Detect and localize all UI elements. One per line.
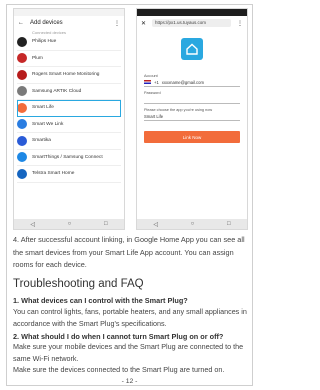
link-now-button[interactable]: Link Now	[144, 131, 240, 143]
faq-heading: Troubleshooting and FAQ	[13, 278, 144, 290]
home-logo-icon	[181, 38, 203, 60]
device-name: Samsung ARTIK Cloud	[32, 88, 82, 94]
status-bar	[14, 9, 124, 16]
more-icon[interactable]: ⋮	[237, 20, 243, 27]
nav-home-icon[interactable]: ○	[68, 221, 72, 227]
device-list-item[interactable]: Rogers Smart Home Monitoring	[17, 67, 121, 84]
device-list-item[interactable]: SmartThings / Samsung Connect	[17, 150, 121, 166]
device-list-item[interactable]: Smart We Link	[17, 117, 121, 133]
faq-question-1: 1. What devices can I control with the S…	[13, 296, 188, 305]
faq-answer-2b: Make sure the devices connected to the S…	[13, 365, 225, 374]
faq-question-2: 2. What should I do when I cannot turn S…	[13, 332, 224, 341]
platform-value: Smart Life	[144, 113, 164, 119]
nav-recents-icon[interactable]: □	[227, 221, 231, 227]
close-icon[interactable]: ✕	[141, 20, 146, 27]
browser-bar: ✕ https://px1.us.tuyaus.com ⋮	[137, 16, 247, 30]
nav-recents-icon[interactable]: □	[104, 221, 108, 227]
device-name: SmartThings / Samsung Connect	[32, 154, 103, 160]
device-logo-icon	[17, 119, 27, 130]
device-list-item[interactable]: Telstra Smart Home	[17, 166, 121, 183]
back-arrow-icon[interactable]: ←	[18, 20, 24, 26]
account-field[interactable]: +1 xxxxname@gmail.com	[144, 78, 240, 87]
nav-home-icon[interactable]: ○	[191, 221, 195, 227]
device-list-item[interactable]: Philips Hue	[17, 34, 121, 51]
nav-back-icon[interactable]: ◁	[30, 221, 35, 228]
device-list-item[interactable]: Smartika	[17, 133, 121, 150]
faq-answer-2a: Make sure your mobile devices and the Sm…	[13, 342, 244, 363]
device-name: Philips Hue	[32, 39, 57, 45]
device-logo-icon	[17, 168, 27, 179]
device-name: Smartika	[32, 138, 51, 144]
device-logo-icon	[17, 69, 27, 80]
app-bar: ← Add devices ⋮	[14, 16, 124, 30]
device-logo-icon	[17, 152, 27, 163]
device-name: Plum	[32, 55, 43, 61]
device-list: Philips Hue Plum Rogers Smart Home Monitor…	[14, 34, 124, 183]
device-list-item[interactable]: Samsung ARTIK Cloud	[17, 84, 121, 100]
device-logo-icon	[17, 86, 27, 97]
faq-answer-1: You can control lights, fans, portable h…	[13, 307, 247, 328]
device-name: Smart Life	[32, 105, 54, 111]
nav-back-icon[interactable]: ◁	[153, 221, 158, 228]
device-logo-icon	[17, 36, 27, 47]
email-value[interactable]: xxxxname@gmail.com	[162, 80, 204, 85]
country-code[interactable]: +1	[154, 80, 159, 85]
status-bar	[137, 9, 247, 16]
password-field[interactable]	[144, 95, 240, 104]
nav-bar: ◁ ○ □	[137, 219, 247, 229]
step-4-text: 4. After successful account linking, in …	[13, 235, 245, 269]
us-flag-icon	[144, 79, 151, 85]
more-icon[interactable]: ⋮	[114, 20, 120, 27]
nav-bar: ◁ ○ □	[14, 219, 124, 229]
device-list-item[interactable]: Smart Life	[17, 100, 121, 117]
add-devices-screenshot: ← Add devices ⋮ Connected devices Philip…	[13, 8, 125, 230]
account-link-screenshot: ✕ https://px1.us.tuyaus.com ⋮ Account +1…	[136, 8, 248, 230]
platform-select[interactable]: Smart Life	[144, 112, 240, 121]
page-number: - 12 -	[121, 378, 138, 385]
device-logo-icon	[17, 102, 27, 113]
screen-title: Add devices	[30, 20, 63, 26]
device-name: Telstra Smart Home	[32, 171, 75, 177]
device-list-item[interactable]: Plum	[17, 51, 121, 67]
device-logo-icon	[17, 135, 27, 146]
url-field[interactable]: https://px1.us.tuyaus.com	[152, 19, 231, 27]
device-name: Rogers Smart Home Monitoring	[32, 72, 100, 78]
device-logo-icon	[17, 53, 27, 64]
device-name: Smart We Link	[32, 121, 64, 127]
